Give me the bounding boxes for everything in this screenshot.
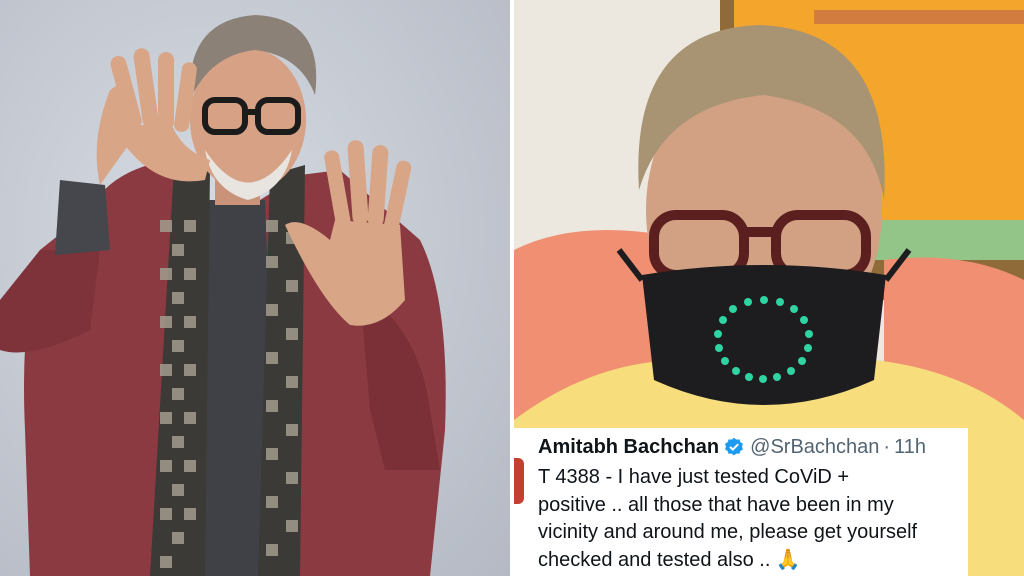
photo-collage: Amitabh Bachchan @SrBachchan · 11h T 438… <box>0 0 1024 576</box>
tweet-header: Amitabh Bachchan @SrBachchan · 11h <box>538 434 958 460</box>
left-photo-illustration <box>0 15 446 576</box>
verified-badge-icon <box>724 437 744 457</box>
left-cuff <box>55 180 110 255</box>
tweet-text: T 4388 - I have just tested CoViD + posi… <box>538 466 918 571</box>
avatar[interactable] <box>514 458 524 504</box>
tweet-timestamp[interactable]: 11h <box>894 434 926 460</box>
tweet-author-name[interactable]: Amitabh Bachchan <box>538 434 719 460</box>
tweet-separator: · <box>883 436 891 458</box>
tweet-handle[interactable]: @SrBachchan <box>750 434 879 460</box>
face-mask <box>642 265 886 405</box>
left-photo <box>0 0 510 576</box>
tweet-card: Amitabh Bachchan @SrBachchan · 11h T 438… <box>514 428 968 576</box>
